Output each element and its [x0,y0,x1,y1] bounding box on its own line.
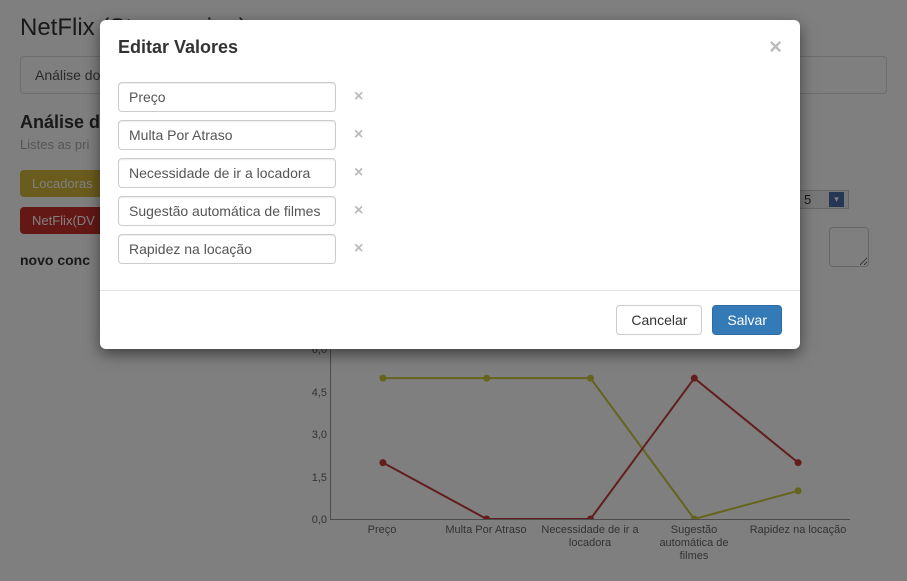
modal-body: × × × × × [100,74,800,290]
value-input[interactable] [118,82,336,112]
modal-footer: Cancelar Salvar [100,290,800,349]
value-row: × [118,196,782,226]
save-button[interactable]: Salvar [712,305,782,335]
remove-value-icon[interactable]: × [354,164,363,182]
value-input[interactable] [118,158,336,188]
value-row: × [118,234,782,264]
value-row: × [118,120,782,150]
cancel-button[interactable]: Cancelar [616,305,702,335]
edit-values-modal: Editar Valores × × × × × × Cancelar Salvar [100,20,800,349]
modal-title: Editar Valores [118,37,238,58]
value-row: × [118,82,782,112]
value-input[interactable] [118,196,336,226]
remove-value-icon[interactable]: × [354,240,363,258]
close-icon[interactable]: × [769,34,782,60]
remove-value-icon[interactable]: × [354,88,363,106]
value-input[interactable] [118,234,336,264]
remove-value-icon[interactable]: × [354,126,363,144]
modal-header: Editar Valores × [100,20,800,74]
value-input[interactable] [118,120,336,150]
value-row: × [118,158,782,188]
remove-value-icon[interactable]: × [354,202,363,220]
